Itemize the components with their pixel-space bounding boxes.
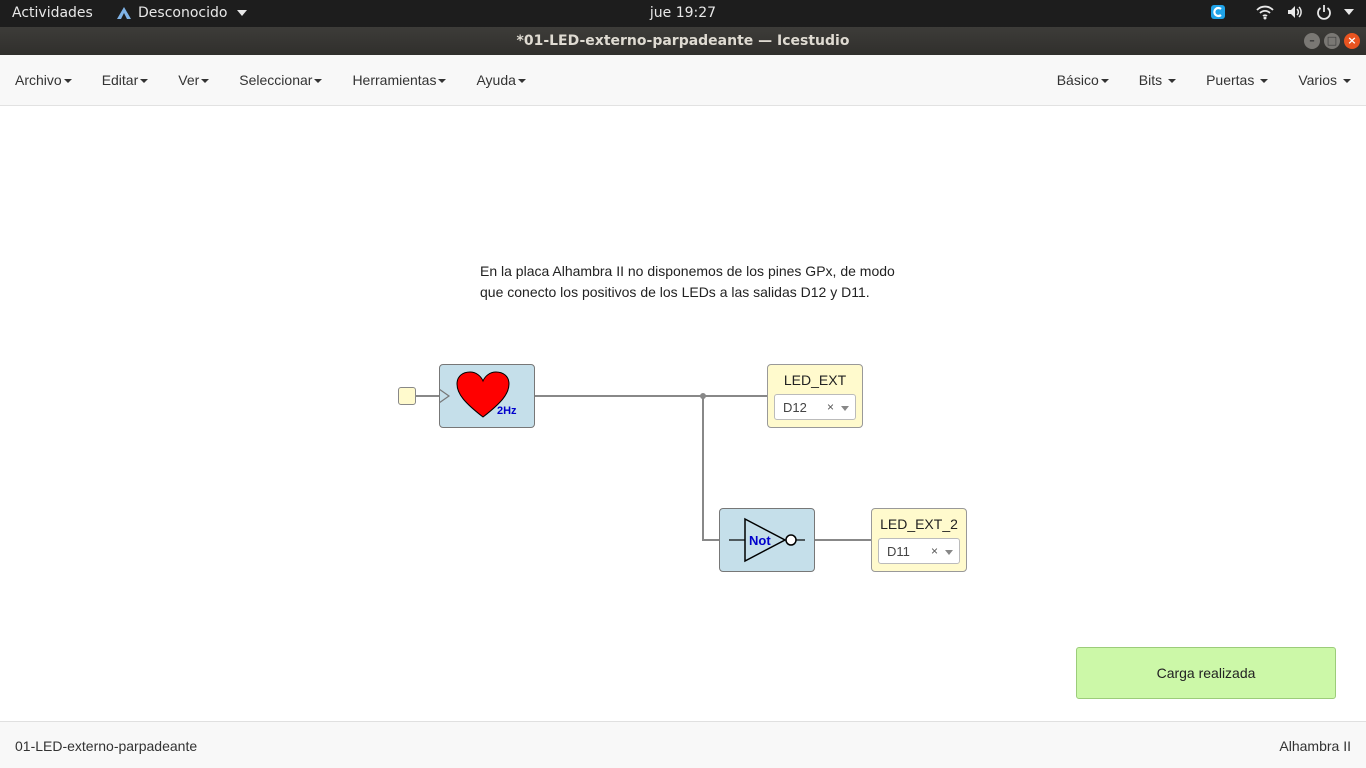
output-led-ext[interactable]: LED_EXT D12 × bbox=[767, 364, 863, 428]
menu-bits[interactable]: Bits bbox=[1139, 72, 1177, 88]
maximize-button[interactable]: □ bbox=[1324, 33, 1340, 49]
system-tray[interactable] bbox=[1210, 4, 1354, 20]
menu-editar[interactable]: Editar bbox=[102, 72, 149, 88]
app-icon bbox=[117, 7, 131, 19]
power-icon[interactable] bbox=[1316, 4, 1332, 20]
output-label: LED_EXT bbox=[783, 372, 847, 388]
window-title: *01-LED-externo-parpadeante — Icestudio bbox=[516, 33, 850, 49]
frequency-label: 2Hz bbox=[497, 405, 517, 417]
notification-toast[interactable]: Carga realizada bbox=[1076, 647, 1336, 699]
volume-icon[interactable] bbox=[1286, 4, 1304, 20]
app-menu[interactable]: Desconocido bbox=[116, 5, 248, 21]
menu-archivo[interactable]: Archivo bbox=[15, 72, 72, 88]
not-gate-label: Not bbox=[749, 533, 771, 548]
toast-message: Carga realizada bbox=[1156, 665, 1256, 681]
design-canvas[interactable]: En la placa Alhambra II no disponemos de… bbox=[0, 106, 1366, 721]
chevron-down-icon[interactable] bbox=[1344, 9, 1354, 15]
close-button[interactable]: × bbox=[1344, 33, 1360, 49]
menu-seleccionar[interactable]: Seleccionar bbox=[239, 72, 323, 88]
wifi-icon[interactable] bbox=[1256, 4, 1274, 20]
activities-button[interactable]: Actividades bbox=[12, 5, 93, 21]
status-bar: 01-LED-externo-parpadeante Alhambra II bbox=[0, 721, 1366, 768]
project-name: 01-LED-externo-parpadeante bbox=[15, 738, 198, 754]
pin-select-d11[interactable]: D11 × bbox=[878, 538, 960, 564]
menu-herramientas[interactable]: Herramientas bbox=[352, 72, 447, 88]
menu-basico[interactable]: Básico bbox=[1057, 72, 1109, 88]
menu-puertas[interactable]: Puertas bbox=[1206, 72, 1269, 88]
menu-varios[interactable]: Varios bbox=[1298, 72, 1351, 88]
menu-bar: Archivo Editar Ver Seleccionar Herramien… bbox=[0, 55, 1366, 106]
menu-ver[interactable]: Ver bbox=[178, 72, 210, 88]
pin-select-d12[interactable]: D12 × bbox=[774, 394, 856, 420]
caret-down-icon bbox=[1260, 79, 1269, 83]
output-led-ext-2[interactable]: LED_EXT_2 D11 × bbox=[871, 508, 967, 572]
board-name[interactable]: Alhambra II bbox=[1279, 738, 1351, 754]
pin-value: D11 bbox=[887, 544, 910, 559]
chevron-down-icon bbox=[237, 10, 248, 16]
window-title-bar[interactable]: *01-LED-externo-parpadeante — Icestudio … bbox=[0, 27, 1366, 55]
app-indicator-icon[interactable] bbox=[1210, 4, 1226, 20]
caret-down-icon bbox=[438, 79, 447, 83]
clock[interactable]: jue 19:27 bbox=[650, 5, 716, 21]
wire-not-to-led2[interactable] bbox=[814, 539, 872, 541]
minimize-button[interactable]: – bbox=[1304, 33, 1320, 49]
dropdown-arrow-icon[interactable] bbox=[841, 406, 849, 411]
caret-down-icon bbox=[201, 79, 210, 83]
not-gate-block[interactable]: Not bbox=[719, 508, 815, 572]
dropdown-arrow-icon[interactable] bbox=[945, 550, 953, 555]
output-label: LED_EXT_2 bbox=[880, 516, 958, 532]
clock-input-port[interactable] bbox=[398, 387, 416, 405]
caret-down-icon bbox=[1343, 79, 1351, 83]
caret-down-icon bbox=[517, 79, 526, 83]
wire-junction bbox=[700, 393, 706, 399]
system-top-bar: Actividades Desconocido jue 19:27 bbox=[0, 0, 1366, 27]
wire-branch-to-not[interactable] bbox=[702, 539, 720, 541]
caret-down-icon bbox=[63, 79, 72, 83]
clock-input-arrow-icon bbox=[439, 388, 451, 404]
caret-down-icon bbox=[1168, 79, 1177, 83]
menu-ayuda[interactable]: Ayuda bbox=[476, 72, 526, 88]
info-note[interactable]: En la placa Alhambra II no disponemos de… bbox=[480, 261, 920, 303]
wire-branch-vertical[interactable] bbox=[702, 395, 704, 540]
clear-icon[interactable]: × bbox=[931, 544, 938, 558]
wire-clk-input[interactable] bbox=[415, 395, 440, 397]
caret-down-icon bbox=[314, 79, 323, 83]
app-menu-label: Desconocido bbox=[138, 5, 228, 21]
pin-value: D12 bbox=[783, 400, 807, 415]
caret-down-icon bbox=[1100, 79, 1109, 83]
wire-heart-to-led1[interactable] bbox=[534, 395, 768, 397]
clear-icon[interactable]: × bbox=[827, 400, 834, 414]
heartbeat-2hz-block[interactable]: 2Hz bbox=[439, 364, 535, 428]
caret-down-icon bbox=[140, 79, 149, 83]
